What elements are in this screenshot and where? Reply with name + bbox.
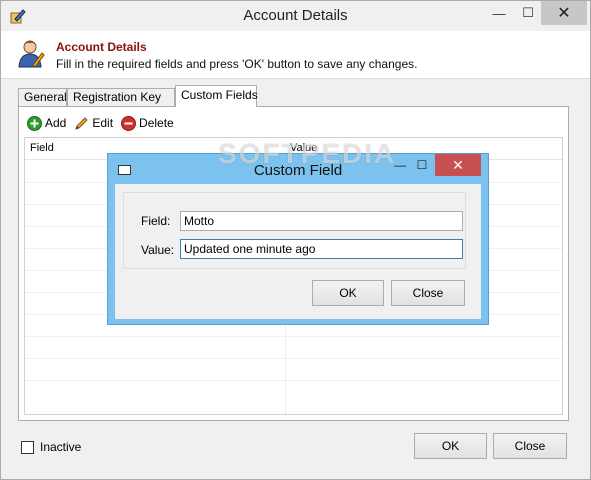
delete-button[interactable]: Delete <box>121 115 174 131</box>
ok-button[interactable]: OK <box>414 433 487 459</box>
window-titlebar[interactable]: Account Details — ☐ ✕ <box>1 1 590 31</box>
pencil-icon <box>75 116 89 130</box>
delete-label: Delete <box>139 116 174 130</box>
edit-label: Edit <box>92 116 114 130</box>
delete-icon <box>121 115 137 131</box>
value-input[interactable] <box>180 239 463 259</box>
tab-general[interactable]: General <box>18 88 67 107</box>
dialog-close-x-button[interactable]: ✕ <box>435 154 481 176</box>
add-icon <box>27 115 42 131</box>
field-input[interactable] <box>180 211 463 231</box>
inactive-checkbox[interactable] <box>21 441 34 454</box>
window-close-button[interactable]: ✕ <box>541 1 587 25</box>
value-label: Value: <box>141 243 175 257</box>
dialog-maximize-button[interactable]: ☐ <box>411 154 433 176</box>
grid-row-line <box>25 380 562 381</box>
tab-custom-fields[interactable]: Custom Fields <box>175 85 258 107</box>
dialog-ok-button[interactable]: OK <box>312 280 384 306</box>
add-button[interactable]: Add <box>27 115 67 131</box>
dialog-titlebar[interactable]: Custom Field — ☐ ✕ <box>108 154 488 184</box>
custom-field-dialog: Custom Field — ☐ ✕ Field: Value: OK Clos… <box>107 153 489 325</box>
grid-row-line <box>25 336 562 337</box>
header-title: Account Details <box>56 40 147 54</box>
inactive-label[interactable]: Inactive <box>40 440 81 454</box>
grid-row-line <box>25 358 562 359</box>
header-description: Fill in the required fields and press 'O… <box>56 57 418 71</box>
edit-button[interactable]: Edit <box>74 116 113 131</box>
field-label: Field: <box>141 214 171 228</box>
column-header-field[interactable]: Field <box>30 142 54 154</box>
header-panel: Account Details Fill in the required fie… <box>1 31 590 79</box>
footer-bar: Inactive OK Close <box>1 421 590 479</box>
minimize-button[interactable]: — <box>485 1 513 25</box>
user-edit-icon <box>17 39 45 69</box>
fields-group: Field: Value: <box>123 192 466 269</box>
tab-registration-key[interactable]: Registration Key <box>67 88 175 107</box>
fields-toolbar: Add Edit Delete <box>27 113 182 133</box>
dialog-body: Field: Value: OK Close <box>115 184 481 319</box>
maximize-button[interactable]: ☐ <box>514 1 542 25</box>
add-label: Add <box>45 116 67 130</box>
close-button[interactable]: Close <box>493 433 567 459</box>
dialog-minimize-button[interactable]: — <box>389 154 411 176</box>
dialog-close-button[interactable]: Close <box>391 280 465 306</box>
